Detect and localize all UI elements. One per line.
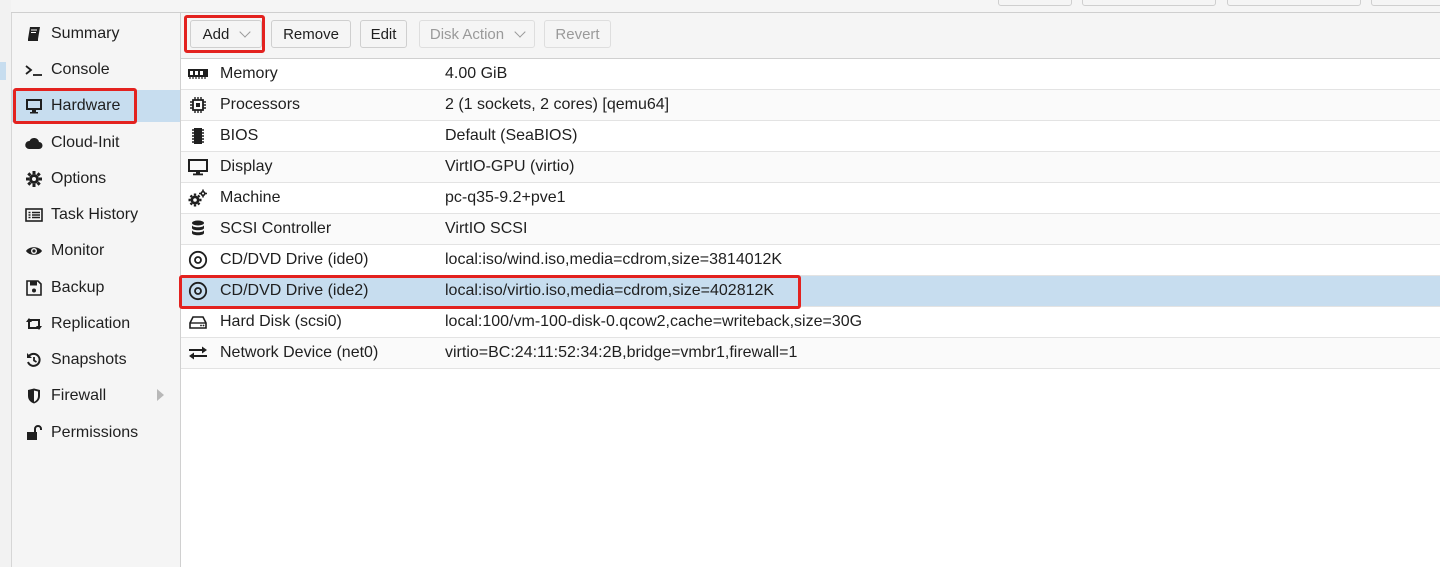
hardware-value: pc-q35-9.2+pve1: [445, 189, 566, 206]
sidebar-item-backup[interactable]: Backup: [12, 272, 180, 304]
sidebar-item-label: Console: [51, 61, 110, 78]
edit-button[interactable]: Edit: [360, 20, 407, 48]
hardware-name: SCSI Controller: [220, 220, 332, 237]
disk-action-button-label: Disk Action: [429, 25, 505, 43]
sidebar-item-label: Snapshots: [51, 351, 127, 368]
cdrom-icon: [186, 250, 210, 270]
top-cutoff-button[interactable]: [1082, 0, 1216, 6]
top-toolbar-strip: [11, 0, 1440, 13]
sidebar-item-label: Task History: [51, 206, 139, 223]
sidebar-item-label: Replication: [51, 315, 131, 332]
hardware-name: Machine: [220, 189, 281, 206]
shield-icon: [23, 387, 45, 405]
cdrom-icon: [186, 281, 210, 301]
top-cutoff-button[interactable]: [1371, 0, 1440, 6]
remove-button[interactable]: Remove: [271, 20, 351, 48]
hardware-value: Default (SeaBIOS): [445, 127, 578, 144]
hardware-name: BIOS: [220, 127, 259, 144]
gutter-selection-marker: [0, 62, 6, 80]
sidebar-item-firewall[interactable]: Firewall: [12, 380, 180, 412]
unlock-icon: [23, 424, 45, 442]
hardware-value: local:100/vm-100-disk-0.qcow2,cache=writ…: [445, 313, 863, 330]
hardware-value: 2 (1 sockets, 2 cores) [qemu64]: [445, 96, 670, 113]
hardware-value: local:iso/virtio.iso,media=cdrom,size=40…: [445, 282, 775, 299]
hardware-value: virtio=BC:24:11:52:34:2B,bridge=vmbr1,fi…: [445, 344, 798, 361]
chevron-right-icon[interactable]: [157, 389, 164, 401]
sidebar-item-label: Firewall: [51, 387, 107, 404]
hardware-row-display[interactable]: Display VirtIO-GPU (virtio): [181, 152, 1440, 183]
sidebar-item-label: Permissions: [51, 424, 139, 441]
sidebar-item-options[interactable]: Options: [12, 163, 180, 195]
list-alt-icon: [23, 206, 45, 224]
exchange-icon: [186, 343, 210, 363]
add-button-label: Add: [202, 25, 230, 43]
sidebar-item-replication[interactable]: Replication: [12, 308, 180, 340]
sidebar-item-cloud-init[interactable]: Cloud-Init: [12, 127, 180, 159]
hardware-name: CD/DVD Drive (ide0): [220, 251, 369, 268]
left-gutter: [0, 0, 12, 567]
hdd-icon: [186, 312, 210, 332]
hardware-toolbar: Add Remove Edit Disk Action Revert: [181, 13, 1440, 59]
history-icon: [23, 351, 45, 369]
eye-icon: [23, 242, 45, 260]
remove-button-label: Remove: [283, 25, 339, 43]
vm-config-sidebar: Summary Console Hardware Cloud-Init Opti…: [12, 13, 181, 567]
disk-action-button[interactable]: Disk Action: [419, 20, 535, 48]
hardware-row-network-net0[interactable]: Network Device (net0) virtio=BC:24:11:52…: [181, 338, 1440, 369]
hardware-name: Processors: [220, 96, 301, 113]
edit-button-label: Edit: [370, 25, 397, 43]
cogs-icon: [186, 188, 210, 208]
microchip-icon: [186, 126, 210, 146]
retweet-icon: [23, 315, 45, 333]
sidebar-item-label: Cloud-Init: [51, 134, 120, 151]
sidebar-item-console[interactable]: Console: [12, 54, 180, 86]
revert-button[interactable]: Revert: [544, 20, 611, 48]
cloud-icon: [23, 134, 45, 152]
sidebar-item-label: Options: [51, 170, 107, 187]
hardware-row-processors[interactable]: Processors 2 (1 sockets, 2 cores) [qemu6…: [181, 90, 1440, 121]
hardware-row-hard-disk-scsi0[interactable]: Hard Disk (scsi0) local:100/vm-100-disk-…: [181, 307, 1440, 338]
terminal-icon: [23, 61, 45, 79]
sidebar-item-label: Summary: [51, 25, 120, 42]
cpu-icon: [186, 95, 210, 115]
hardware-name: Display: [220, 158, 273, 175]
hardware-value: local:iso/wind.iso,media=cdrom,size=3814…: [445, 251, 783, 268]
hardware-value: VirtIO-GPU (virtio): [445, 158, 575, 175]
top-cutoff-button[interactable]: [998, 0, 1072, 6]
sidebar-item-hardware[interactable]: Hardware: [12, 90, 180, 122]
hardware-name: CD/DVD Drive (ide2): [220, 282, 369, 299]
hardware-row-machine[interactable]: Machine pc-q35-9.2+pve1: [181, 183, 1440, 214]
sidebar-item-summary[interactable]: Summary: [12, 18, 180, 50]
hardware-row-cdrom-ide2[interactable]: CD/DVD Drive (ide2) local:iso/virtio.iso…: [181, 276, 1440, 307]
hardware-row-scsi-controller[interactable]: SCSI Controller VirtIO SCSI: [181, 214, 1440, 245]
book-icon: [23, 25, 45, 43]
hardware-row-cdrom-ide0[interactable]: CD/DVD Drive (ide0) local:iso/wind.iso,m…: [181, 245, 1440, 276]
revert-button-label: Revert: [555, 25, 600, 43]
sidebar-item-label: Monitor: [51, 242, 105, 259]
database-icon: [186, 219, 210, 239]
top-cutoff-button[interactable]: [1227, 0, 1361, 6]
floppy-icon: [23, 279, 45, 297]
chevron-down-icon: [239, 26, 252, 38]
hardware-name: Hard Disk (scsi0): [220, 313, 342, 330]
hardware-value: 4.00 GiB: [445, 65, 508, 82]
desktop-icon: [23, 97, 45, 115]
gear-icon: [23, 170, 45, 188]
hardware-name: Network Device (net0): [220, 344, 379, 361]
memory-icon: [186, 64, 210, 84]
desktop-icon: [186, 157, 210, 177]
sidebar-item-snapshots[interactable]: Snapshots: [12, 344, 180, 376]
chevron-down-icon: [514, 26, 526, 38]
hardware-row-memory[interactable]: Memory 4.00 GiB: [181, 59, 1440, 90]
sidebar-item-label: Backup: [51, 279, 105, 296]
sidebar-item-task-history[interactable]: Task History: [12, 199, 180, 231]
hardware-name: Memory: [220, 65, 278, 82]
add-button[interactable]: Add: [190, 20, 262, 48]
hardware-row-bios[interactable]: BIOS Default (SeaBIOS): [181, 121, 1440, 152]
hardware-value: VirtIO SCSI: [445, 220, 528, 237]
sidebar-item-permissions[interactable]: Permissions: [12, 417, 180, 449]
sidebar-item-monitor[interactable]: Monitor: [12, 235, 180, 267]
sidebar-item-label: Hardware: [51, 97, 121, 114]
